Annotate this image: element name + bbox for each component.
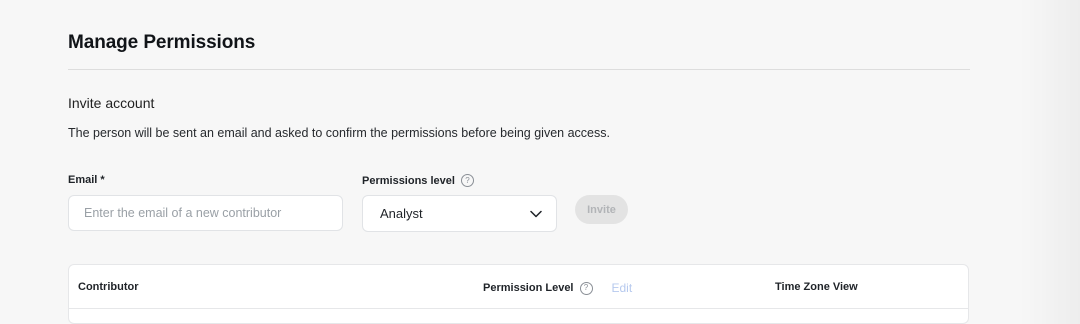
email-label: Email * bbox=[68, 174, 105, 186]
table-header-divider bbox=[69, 308, 968, 309]
column-header-time-zone-view: Time Zone View bbox=[775, 281, 858, 293]
permissions-level-label-text: Permissions level bbox=[362, 174, 455, 187]
invite-section-heading: Invite account bbox=[68, 95, 155, 111]
help-icon[interactable]: ? bbox=[460, 174, 474, 187]
column-header-permission-level: Permission Level ? Edit bbox=[483, 281, 632, 295]
contributors-table: Contributor Permission Level ? Edit Time… bbox=[68, 264, 969, 324]
email-label-text: Email * bbox=[68, 174, 105, 186]
permissions-level-select[interactable]: Analyst bbox=[362, 195, 557, 232]
help-icon[interactable]: ? bbox=[579, 281, 593, 295]
page-title: Manage Permissions bbox=[68, 32, 256, 53]
column-header-contributor: Contributor bbox=[78, 281, 139, 293]
permissions-level-label: Permissions level ? bbox=[362, 174, 474, 187]
title-divider bbox=[68, 69, 970, 70]
edit-permissions-link[interactable]: Edit bbox=[612, 281, 633, 295]
email-input[interactable] bbox=[68, 195, 343, 231]
permissions-level-selected-value: Analyst bbox=[380, 206, 423, 221]
column-header-permission-level-text: Permission Level bbox=[483, 282, 574, 294]
invite-button[interactable]: Invite bbox=[575, 195, 628, 224]
chevron-down-icon bbox=[530, 205, 542, 223]
invite-description: The person will be sent an email and ask… bbox=[68, 126, 610, 140]
